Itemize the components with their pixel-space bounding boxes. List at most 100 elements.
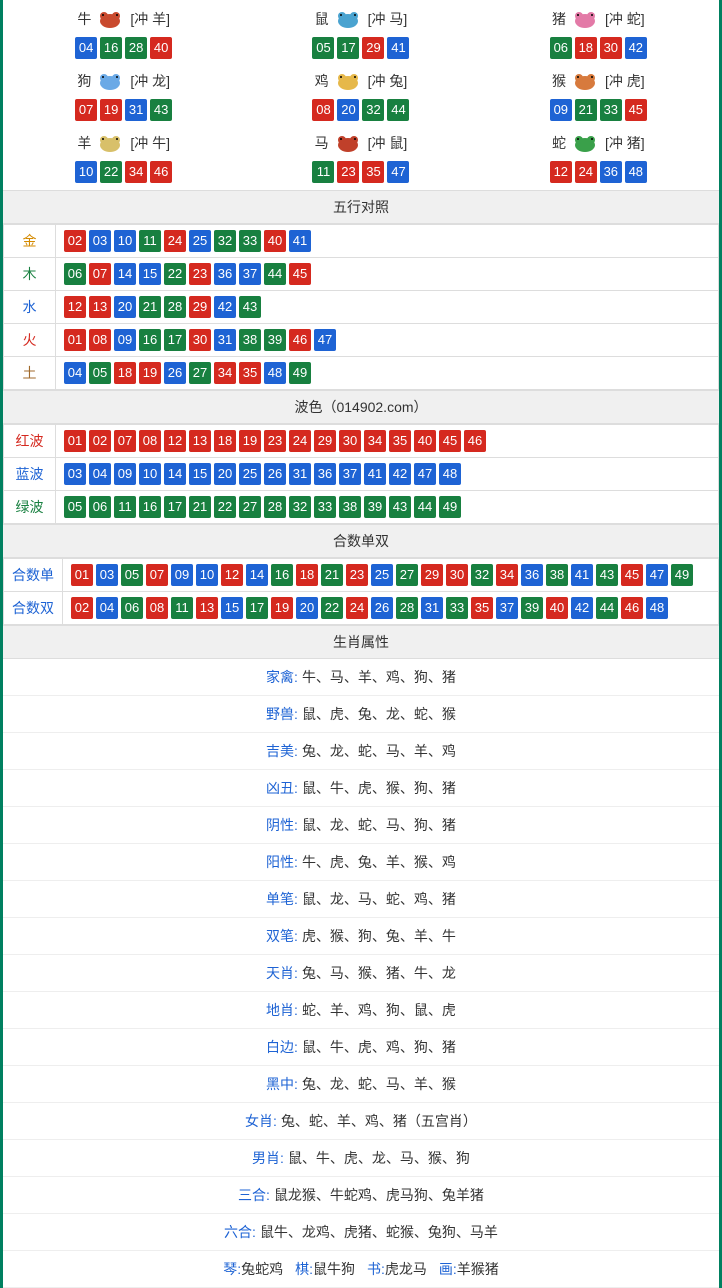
ball-09: 09 bbox=[171, 564, 193, 586]
row-balls: 05061116172122272832333839434449 bbox=[56, 491, 719, 524]
zodiac-name: 狗 bbox=[77, 71, 91, 91]
ball-12: 12 bbox=[550, 161, 572, 183]
last-key: 书: bbox=[367, 1261, 385, 1277]
ball-34: 34 bbox=[125, 161, 147, 183]
ball-47: 47 bbox=[646, 564, 668, 586]
ball-28: 28 bbox=[264, 496, 286, 518]
ball-04: 04 bbox=[89, 463, 111, 485]
ball-39: 39 bbox=[364, 496, 386, 518]
ball-30: 30 bbox=[339, 430, 361, 452]
last-group: 琴:兔蛇鸡 bbox=[223, 1259, 283, 1279]
attr-label: 凶丑: bbox=[266, 780, 298, 796]
table-row: 金02031011242532334041 bbox=[4, 225, 719, 258]
ball-21: 21 bbox=[575, 99, 597, 121]
attr-row: 家禽:牛、马、羊、鸡、狗、猪 bbox=[3, 659, 719, 696]
ball-46: 46 bbox=[464, 430, 486, 452]
attr-value: 鼠、牛、虎、鸡、狗、猪 bbox=[302, 1039, 456, 1055]
ball-23: 23 bbox=[189, 263, 211, 285]
ball-18: 18 bbox=[575, 37, 597, 59]
attr-value: 鼠、龙、马、蛇、鸡、猪 bbox=[302, 891, 456, 907]
ball-05: 05 bbox=[312, 37, 334, 59]
ball-02: 02 bbox=[64, 230, 86, 252]
ball-47: 47 bbox=[414, 463, 436, 485]
ball-08: 08 bbox=[139, 430, 161, 452]
zodiac-name: 猪 bbox=[552, 9, 566, 29]
attr-label: 吉美: bbox=[266, 743, 298, 759]
heshu-table: 合数单0103050709101214161821232527293032343… bbox=[3, 558, 719, 625]
ball-48: 48 bbox=[439, 463, 461, 485]
ball-41: 41 bbox=[289, 230, 311, 252]
attr-row: 吉美:兔、龙、蛇、马、羊、鸡 bbox=[3, 733, 719, 770]
attr-row: 野兽:鼠、虎、兔、龙、蛇、猴 bbox=[3, 696, 719, 733]
ball-30: 30 bbox=[600, 37, 622, 59]
row-label: 绿波 bbox=[4, 491, 56, 524]
ball-37: 37 bbox=[496, 597, 518, 619]
zodiac-title: 蛇[冲 猪] bbox=[485, 131, 712, 155]
ball-01: 01 bbox=[64, 329, 86, 351]
row-balls: 06071415222336374445 bbox=[56, 258, 719, 291]
ball-26: 26 bbox=[264, 463, 286, 485]
ball-33: 33 bbox=[600, 99, 622, 121]
attr-row: 阴性:鼠、龙、蛇、马、狗、猪 bbox=[3, 807, 719, 844]
row-label: 水 bbox=[4, 291, 56, 324]
attr-label: 男肖: bbox=[252, 1150, 284, 1166]
zodiac-name: 鸡 bbox=[315, 71, 329, 91]
ball-45: 45 bbox=[621, 564, 643, 586]
row-label: 合数单 bbox=[4, 559, 63, 592]
zodiac-cell: 蛇[冲 猪]12243648 bbox=[481, 127, 716, 187]
attr-value: 蛇、羊、鸡、狗、鼠、虎 bbox=[302, 1002, 456, 1018]
zodiac-balls: 10223446 bbox=[10, 161, 237, 183]
zodiac-title: 猴[冲 虎] bbox=[485, 69, 712, 93]
ball-43: 43 bbox=[596, 564, 618, 586]
ball-19: 19 bbox=[271, 597, 293, 619]
ball-07: 07 bbox=[114, 430, 136, 452]
zodiac-name: 猴 bbox=[552, 71, 566, 91]
ball-06: 06 bbox=[550, 37, 572, 59]
ball-43: 43 bbox=[389, 496, 411, 518]
ball-31: 31 bbox=[289, 463, 311, 485]
row-label: 火 bbox=[4, 324, 56, 357]
zodiac-cell: 羊[冲 牛]10223446 bbox=[6, 127, 241, 187]
ball-36: 36 bbox=[214, 263, 236, 285]
attr-row: 单笔:鼠、龙、马、蛇、鸡、猪 bbox=[3, 881, 719, 918]
ball-42: 42 bbox=[214, 296, 236, 318]
attr-value: 鼠龙猴、牛蛇鸡、虎马狗、兔羊猪 bbox=[274, 1187, 484, 1203]
ball-39: 39 bbox=[521, 597, 543, 619]
ball-30: 30 bbox=[446, 564, 468, 586]
attr-value: 鼠、牛、虎、猴、狗、猪 bbox=[302, 780, 456, 796]
zodiac-balls: 11233547 bbox=[247, 161, 474, 183]
ball-10: 10 bbox=[196, 564, 218, 586]
ball-18: 18 bbox=[214, 430, 236, 452]
attr-label: 黑中: bbox=[266, 1076, 298, 1092]
attr-row: 天肖:兔、马、猴、猪、牛、龙 bbox=[3, 955, 719, 992]
attr-value: 鼠、牛、虎、龙、马、猴、狗 bbox=[288, 1150, 470, 1166]
ball-10: 10 bbox=[75, 161, 97, 183]
ball-08: 08 bbox=[146, 597, 168, 619]
zodiac-balls: 07193143 bbox=[10, 99, 237, 121]
ball-24: 24 bbox=[164, 230, 186, 252]
ball-35: 35 bbox=[389, 430, 411, 452]
ball-11: 11 bbox=[312, 161, 334, 183]
ball-45: 45 bbox=[289, 263, 311, 285]
ball-43: 43 bbox=[239, 296, 261, 318]
ball-12: 12 bbox=[164, 430, 186, 452]
ball-28: 28 bbox=[164, 296, 186, 318]
row-label: 合数双 bbox=[4, 592, 63, 625]
ball-26: 26 bbox=[371, 597, 393, 619]
zodiac-conflict: [冲 马] bbox=[368, 9, 408, 29]
ball-23: 23 bbox=[337, 161, 359, 183]
row-balls: 0108091617303138394647 bbox=[56, 324, 719, 357]
zodiac-title: 猪[冲 蛇] bbox=[485, 7, 712, 31]
attr-value: 鼠、虎、兔、龙、蛇、猴 bbox=[302, 706, 456, 722]
ball-01: 01 bbox=[71, 564, 93, 586]
zodiac-balls: 04162840 bbox=[10, 37, 237, 59]
ball-44: 44 bbox=[387, 99, 409, 121]
ball-03: 03 bbox=[96, 564, 118, 586]
ball-17: 17 bbox=[164, 496, 186, 518]
ball-35: 35 bbox=[362, 161, 384, 183]
ball-42: 42 bbox=[571, 597, 593, 619]
ball-06: 06 bbox=[121, 597, 143, 619]
ball-04: 04 bbox=[96, 597, 118, 619]
ball-39: 39 bbox=[264, 329, 286, 351]
attr-value: 牛、马、羊、鸡、狗、猪 bbox=[302, 669, 456, 685]
